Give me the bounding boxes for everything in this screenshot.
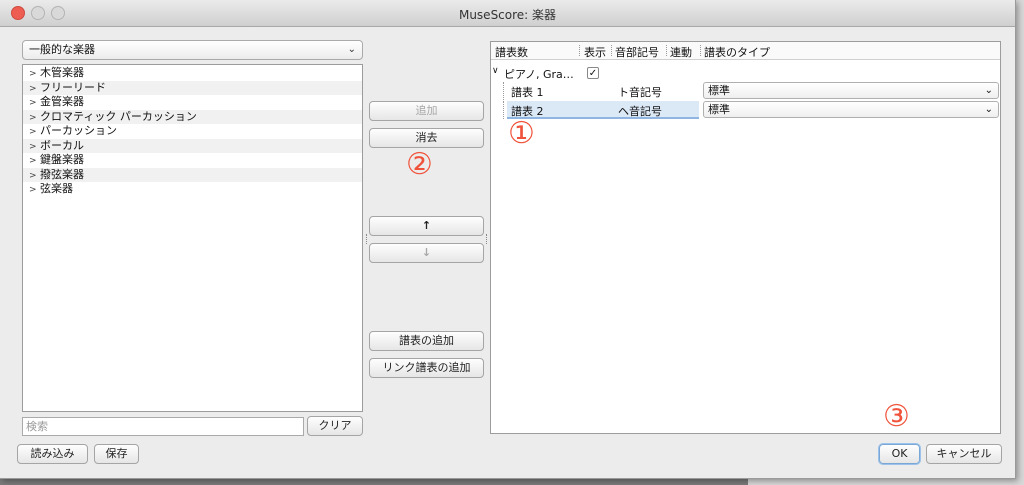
tree-item-brass[interactable]: > 金管楽器 [23, 95, 362, 110]
column-staves[interactable]: 譜表数 [495, 44, 528, 60]
expand-arrow-icon[interactable]: > [29, 82, 40, 97]
tree-item-label: 鍵盤楽器 [40, 153, 84, 166]
tree-item-label: 木管楽器 [40, 66, 84, 79]
staff-row[interactable]: 譜表 1 ト音記号 標準 ⌄ [491, 82, 1000, 100]
title-bar: MuseScore: 楽器 [0, 0, 1015, 27]
instrument-row[interactable]: ∨ ピアノ, Gra… ✓ [491, 64, 1000, 82]
instrument-tree[interactable]: > 木管楽器 > フリーリード > 金管楽器 > クロマティック パーカッション > パー… [22, 64, 363, 412]
tree-item-plucked-strings[interactable]: > 撥弦楽器 [23, 167, 362, 184]
score-instruments-list[interactable]: 譜表数 表示 音部記号 連動 譜表のタイプ ∨ ピアノ, Gra… ✓ 譜表 1… [490, 41, 1001, 434]
search-placeholder: 検索 [26, 420, 48, 433]
search-input[interactable]: 検索 [22, 417, 304, 436]
expand-arrow-icon[interactable]: > [29, 67, 40, 82]
tree-item-free-reed[interactable]: > フリーリード [23, 80, 362, 97]
cancel-button[interactable]: キャンセル [926, 444, 1002, 464]
instrument-name: ピアノ, Gra… [504, 68, 574, 81]
staff-type-value: 標準 [708, 84, 730, 97]
chevron-down-icon: ⌄ [347, 44, 356, 55]
column-staff-type[interactable]: 譜表のタイプ [704, 44, 770, 60]
column-separator [611, 45, 613, 56]
tree-line [503, 101, 505, 119]
category-select-value: 一般的な楽器 [29, 43, 95, 56]
column-separator [666, 45, 668, 56]
annotation-marker-2: ② [406, 147, 433, 182]
load-button[interactable]: 読み込み [17, 444, 88, 464]
chevron-down-icon: ⌄ [984, 85, 993, 96]
expand-arrow-icon[interactable]: > [29, 154, 40, 169]
staff-type-select[interactable]: 標準 ⌄ [703, 101, 999, 118]
tree-item-label: 弦楽器 [40, 182, 73, 195]
column-separator [700, 45, 702, 56]
annotation-marker-1: ① [508, 116, 535, 151]
tree-item-strings[interactable]: > 弦楽器 [23, 182, 362, 197]
tree-item-label: 金管楽器 [40, 95, 84, 108]
list-header: 譜表数 表示 音部記号 連動 譜表のタイプ [491, 42, 1000, 60]
tree-item-label: フリーリード [40, 80, 106, 94]
window-title: MuseScore: 楽器 [458, 8, 557, 22]
add-linked-staff-button[interactable]: リンク譜表の追加 [369, 358, 484, 378]
column-visible[interactable]: 表示 [584, 44, 606, 60]
splitter-handle-right[interactable] [486, 234, 489, 244]
annotation-marker-3: ③ [883, 399, 910, 434]
move-down-button[interactable]: ↓ [369, 243, 484, 263]
expand-arrow-icon[interactable]: > [29, 111, 40, 126]
expand-arrow-icon[interactable]: > [29, 140, 40, 155]
tree-item-label: クロマティック パーカッション [40, 109, 197, 123]
tree-item-chromatic-percussion[interactable]: > クロマティック パーカッション [23, 109, 362, 126]
clear-button[interactable]: クリア [307, 416, 363, 436]
tree-item-label: 撥弦楽器 [40, 167, 84, 181]
visible-checkbox[interactable]: ✓ [587, 67, 599, 79]
expand-arrow-icon[interactable]: > [29, 125, 40, 140]
move-up-button[interactable]: ↑ [369, 216, 484, 236]
staff-clef[interactable]: ヘ音記号 [618, 103, 662, 119]
category-select[interactable]: 一般的な楽器 ⌄ [22, 40, 363, 60]
expand-arrow-icon[interactable]: > [29, 96, 40, 111]
column-linked[interactable]: 連動 [670, 44, 692, 60]
tree-item-vocals[interactable]: > ボーカル [23, 138, 362, 155]
staff-type-select[interactable]: 標準 ⌄ [703, 82, 999, 99]
add-button[interactable]: 追加 [369, 101, 484, 121]
tree-item-percussion[interactable]: > パーカッション [23, 124, 362, 139]
expand-arrow-icon[interactable]: > [29, 169, 40, 184]
tree-item-keyboards[interactable]: > 鍵盤楽器 [23, 153, 362, 168]
tree-item-label: パーカッション [40, 124, 117, 137]
expand-arrow-icon[interactable]: > [29, 183, 40, 198]
chevron-down-icon: ⌄ [984, 104, 993, 115]
staff-name: 譜表 1 [511, 86, 544, 99]
column-separator [579, 45, 581, 56]
tree-item-woodwinds[interactable]: > 木管楽器 [23, 66, 362, 81]
remove-button[interactable]: 消去 [369, 128, 484, 148]
staff-type-value: 標準 [708, 103, 730, 116]
save-button[interactable]: 保存 [94, 444, 139, 464]
tree-line [503, 82, 505, 100]
add-staff-button[interactable]: 譜表の追加 [369, 331, 484, 351]
splitter-handle-left[interactable] [366, 234, 369, 244]
staff-row-selected[interactable]: 譜表 2 ヘ音記号 標準 ⌄ [491, 101, 1000, 119]
ok-button[interactable]: OK [879, 444, 920, 464]
column-clef[interactable]: 音部記号 [615, 44, 659, 60]
collapse-arrow-icon[interactable]: ∨ [492, 66, 499, 76]
instruments-dialog: MuseScore: 楽器 一般的な楽器 ⌄ > 木管楽器 > フリーリード > 金管… [0, 0, 1016, 479]
staff-clef[interactable]: ト音記号 [618, 84, 662, 100]
tree-item-label: ボーカル [40, 138, 84, 152]
